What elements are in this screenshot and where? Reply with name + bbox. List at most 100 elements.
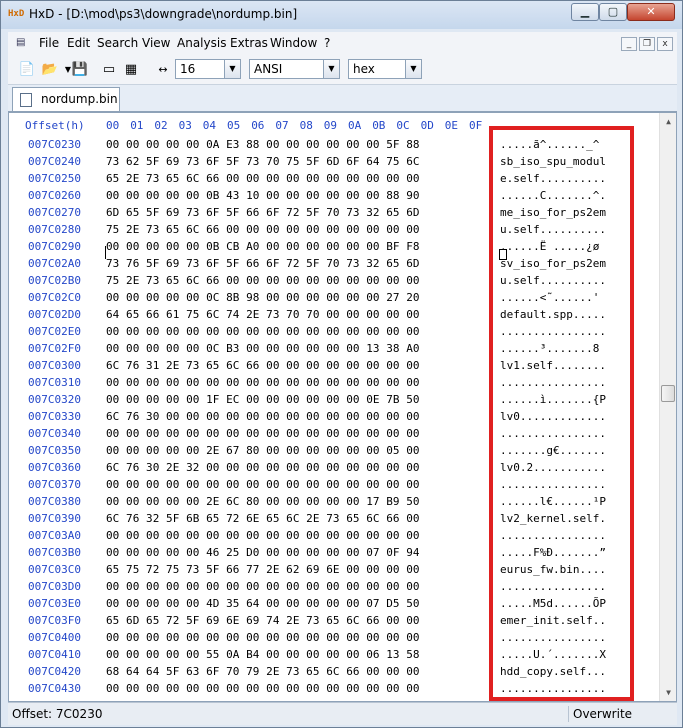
title-bar[interactable]: HxD HxD - [D:\mod\ps3\downgrade\nordump.… — [1, 1, 682, 29]
hex-row[interactable]: 007C0290 00 00 00 00 00 0B CB A0 00 00 00… — [9, 240, 659, 257]
hex-row[interactable]: 007C0330 6C 76 30 00 00 00 00 00 00 00 00… — [9, 410, 659, 427]
row-hex-bytes[interactable]: 00 00 00 00 00 0C B3 00 00 00 00 00 00 1… — [106, 342, 420, 355]
hxd-app-icon[interactable]: HxD — [8, 9, 24, 21]
vertical-scrollbar[interactable]: ▲ ▼ — [659, 113, 676, 701]
open-disk-icon[interactable]: ▭ — [100, 61, 118, 79]
row-text[interactable]: lv0............. — [500, 410, 606, 423]
row-hex-bytes[interactable]: 00 00 00 00 00 46 25 D0 00 00 00 00 00 0… — [106, 546, 420, 559]
row-hex-bytes[interactable]: 65 2E 73 65 6C 66 00 00 00 00 00 00 00 0… — [106, 172, 420, 185]
hex-row[interactable]: 007C0400 00 00 00 00 00 00 00 00 00 00 00… — [9, 631, 659, 648]
hex-row[interactable]: 007C02F0 00 00 00 00 00 0C B3 00 00 00 00… — [9, 342, 659, 359]
row-text[interactable]: ......ì.......{P — [500, 393, 606, 406]
charset-select[interactable]: ANSI ▼ — [249, 59, 340, 79]
row-text[interactable]: ......Ë .....¿ø — [500, 240, 599, 253]
hex-row[interactable]: 007C03B0 00 00 00 00 00 46 25 D0 00 00 00… — [9, 546, 659, 563]
row-hex-bytes[interactable]: 00 00 00 00 00 0A E3 88 00 00 00 00 00 0… — [106, 138, 420, 151]
menu-extras[interactable]: Extras — [230, 36, 268, 50]
row-text[interactable]: .....M5d......ÕP — [500, 597, 606, 610]
row-text[interactable]: ................ — [500, 580, 606, 593]
hex-row[interactable]: 007C02C0 00 00 00 00 00 0C 8B 98 00 00 00… — [9, 291, 659, 308]
mdi-minimize-button[interactable]: _ — [621, 37, 637, 51]
mdi-restore-button[interactable]: ❐ — [639, 37, 655, 51]
hex-row[interactable]: 007C0340 00 00 00 00 00 00 00 00 00 00 00… — [9, 427, 659, 444]
row-hex-bytes[interactable]: 64 65 66 61 75 6C 74 2E 73 70 70 00 00 0… — [106, 308, 420, 321]
row-text[interactable]: lv2_kernel.self. — [500, 512, 606, 525]
chevron-down-icon[interactable]: ▼ — [405, 60, 421, 78]
row-hex-bytes[interactable]: 00 00 00 00 00 0B 43 10 00 00 00 00 00 0… — [106, 189, 420, 202]
offset-base-select[interactable]: hex ▼ — [348, 59, 422, 79]
row-hex-bytes[interactable]: 00 00 00 00 00 4D 35 64 00 00 00 00 00 0… — [106, 597, 420, 610]
menu-help[interactable]: ? — [324, 36, 330, 50]
row-hex-bytes[interactable]: 00 00 00 00 00 55 0A B4 00 00 00 00 00 0… — [106, 648, 420, 661]
row-text[interactable]: ......³.......8 — [500, 342, 606, 355]
hex-row[interactable]: 007C02A0 73 76 5F 69 73 6F 5F 66 6F 72 5F… — [9, 257, 659, 274]
open-ram-icon[interactable]: ▦ — [122, 61, 140, 79]
status-mode[interactable]: Overwrite — [573, 707, 632, 721]
chevron-down-icon[interactable]: ▼ — [224, 60, 240, 78]
close-button[interactable]: ✕ — [627, 3, 675, 21]
row-hex-bytes[interactable]: 00 00 00 00 00 00 00 00 00 00 00 00 00 0… — [106, 580, 420, 593]
row-hex-bytes[interactable]: 75 2E 73 65 6C 66 00 00 00 00 00 00 00 0… — [106, 223, 420, 236]
document-icon[interactable]: ▤ — [16, 37, 30, 51]
hex-row[interactable]: 007C02D0 64 65 66 61 75 6C 74 2E 73 70 70… — [9, 308, 659, 325]
menu-window[interactable]: Window — [270, 36, 317, 50]
minimize-button[interactable]: ▁ — [571, 3, 599, 21]
bytes-per-row-select[interactable]: 16 ▼ — [175, 59, 241, 79]
row-text[interactable]: ................ — [500, 682, 606, 695]
menu-edit[interactable]: Edit — [67, 36, 90, 50]
new-file-icon[interactable]: 📄 — [18, 61, 36, 79]
row-text[interactable]: ......C.......^. — [500, 189, 606, 202]
row-text[interactable]: u.self.......... — [500, 274, 606, 287]
mdi-close-button[interactable]: x — [657, 37, 673, 51]
row-hex-bytes[interactable]: 00 00 00 00 00 00 00 00 00 00 00 00 00 0… — [106, 682, 420, 695]
hex-row[interactable]: 007C0300 6C 76 31 2E 73 65 6C 66 00 00 00… — [9, 359, 659, 376]
menu-analysis[interactable]: Analysis — [177, 36, 226, 50]
row-hex-bytes[interactable]: 00 00 00 00 00 00 00 00 00 00 00 00 00 0… — [106, 325, 420, 338]
row-text[interactable]: ......l€......¹P — [500, 495, 606, 508]
row-text[interactable]: me_iso_for_ps2em — [500, 206, 606, 219]
hex-row[interactable]: 007C02E0 00 00 00 00 00 00 00 00 00 00 00… — [9, 325, 659, 342]
row-hex-bytes[interactable]: 00 00 00 00 00 00 00 00 00 00 00 00 00 0… — [106, 631, 420, 644]
hex-row[interactable]: 007C03F0 65 6D 65 72 5F 69 6E 69 74 2E 73… — [9, 614, 659, 631]
hex-row[interactable]: 007C0360 6C 76 30 2E 32 00 00 00 00 00 00… — [9, 461, 659, 478]
row-text[interactable]: default.spp..... — [500, 308, 606, 321]
row-hex-bytes[interactable]: 65 75 72 75 73 5F 66 77 2E 62 69 6E 00 0… — [106, 563, 420, 576]
row-hex-bytes[interactable]: 00 00 00 00 00 2E 67 80 00 00 00 00 00 0… — [106, 444, 420, 457]
hex-row[interactable]: 007C0280 75 2E 73 65 6C 66 00 00 00 00 00… — [9, 223, 659, 240]
row-text[interactable]: sv_iso_for_ps2em — [500, 257, 606, 270]
hex-row[interactable]: 007C0270 6D 65 5F 69 73 6F 5F 66 6F 72 5F… — [9, 206, 659, 223]
row-hex-bytes[interactable]: 00 00 00 00 00 00 00 00 00 00 00 00 00 0… — [106, 427, 420, 440]
row-hex-bytes[interactable]: 00 00 00 00 00 2E 6C 80 00 00 00 00 00 1… — [106, 495, 420, 508]
row-text[interactable]: .....F%Ð.......” — [500, 546, 606, 559]
row-hex-bytes[interactable]: 65 6D 65 72 5F 69 6E 69 74 2E 73 65 6C 6… — [106, 614, 420, 627]
row-text[interactable]: ................ — [500, 427, 606, 440]
row-hex-bytes[interactable]: 6C 76 31 2E 73 65 6C 66 00 00 00 00 00 0… — [106, 359, 420, 372]
row-hex-bytes[interactable]: 00 00 00 00 00 00 00 00 00 00 00 00 00 0… — [106, 529, 420, 542]
row-hex-bytes[interactable]: 73 76 5F 69 73 6F 5F 66 6F 72 5F 70 73 3… — [106, 257, 420, 270]
hex-row[interactable]: 007C0410 00 00 00 00 00 55 0A B4 00 00 00… — [9, 648, 659, 665]
chevron-down-icon[interactable]: ▼ — [323, 60, 339, 78]
row-text[interactable]: ......<˜......' — [500, 291, 606, 304]
row-text[interactable]: ................ — [500, 631, 606, 644]
tab-nordump[interactable]: nordump.bin — [12, 87, 120, 111]
hex-row[interactable]: 007C0240 73 62 5F 69 73 6F 5F 73 70 75 5F… — [9, 155, 659, 172]
row-text[interactable]: .....ã^......_^ — [500, 138, 599, 151]
row-hex-bytes[interactable]: 73 62 5F 69 73 6F 5F 73 70 75 5F 6D 6F 6… — [106, 155, 420, 168]
hex-row[interactable]: 007C0430 00 00 00 00 00 00 00 00 00 00 00… — [9, 682, 659, 699]
save-icon[interactable]: 💾 — [71, 61, 89, 79]
row-text[interactable]: ................ — [500, 325, 606, 338]
row-text[interactable]: hdd_copy.self... — [500, 665, 606, 678]
menu-view[interactable]: View — [142, 36, 170, 50]
hex-row[interactable]: 007C0250 65 2E 73 65 6C 66 00 00 00 00 00… — [9, 172, 659, 189]
hex-row[interactable]: 007C0310 00 00 00 00 00 00 00 00 00 00 00… — [9, 376, 659, 393]
menu-search[interactable]: Search — [97, 36, 138, 50]
hex-row[interactable]: 007C0230 00 00 00 00 00 0A E3 88 00 00 00… — [9, 138, 659, 155]
row-hex-bytes[interactable]: 00 00 00 00 00 00 00 00 00 00 00 00 00 0… — [106, 478, 420, 491]
maximize-button[interactable]: ▢ — [599, 3, 627, 21]
hex-row[interactable]: 007C0420 68 64 64 5F 63 6F 70 79 2E 73 65… — [9, 665, 659, 682]
scroll-down-icon[interactable]: ▼ — [660, 684, 676, 701]
row-text[interactable]: sb_iso_spu_modul — [500, 155, 606, 168]
row-hex-bytes[interactable]: 00 00 00 00 00 0C 8B 98 00 00 00 00 00 0… — [106, 291, 420, 304]
row-text[interactable]: lv1.self........ — [500, 359, 606, 372]
row-text[interactable]: lv0.2........... — [500, 461, 606, 474]
